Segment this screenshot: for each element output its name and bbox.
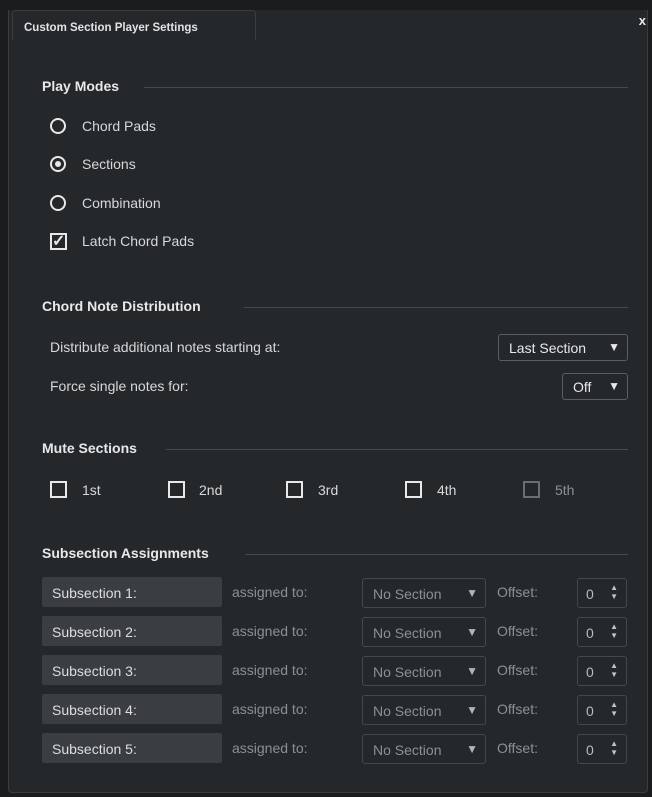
radio-sections[interactable] <box>50 156 66 172</box>
subsection-2-button[interactable]: Subsection 2: <box>42 616 222 646</box>
radio-label-combination: Combination <box>82 195 161 211</box>
chevron-down-icon: ▼ <box>466 742 478 756</box>
force-single-notes-dropdown[interactable]: Off ▼ <box>562 373 628 400</box>
assigned-to-label: assigned to: <box>232 623 308 639</box>
assigned-to-label: assigned to: <box>232 662 308 678</box>
subsection-3-section-dropdown[interactable]: No Section ▼ <box>362 656 486 686</box>
subsection-5-offset-stepper[interactable]: 0 ▲ ▼ <box>577 734 627 764</box>
radio-chord-pads[interactable] <box>50 118 66 134</box>
subsection-5-section-dropdown[interactable]: No Section ▼ <box>362 734 486 764</box>
chord-note-distribution-heading: Chord Note Distribution <box>42 298 201 314</box>
mute-2nd-checkbox[interactable] <box>168 481 185 498</box>
subsection-4-offset-stepper[interactable]: 0 ▲ ▼ <box>577 695 627 725</box>
subsection-4-button[interactable]: Subsection 4: <box>42 694 222 724</box>
subsection-2-section-dropdown[interactable]: No Section ▼ <box>362 617 486 647</box>
mute-3rd-checkbox[interactable] <box>286 481 303 498</box>
close-icon[interactable]: x <box>639 13 646 28</box>
chevron-down-icon: ▼ <box>466 586 478 600</box>
checkmark-icon: ✓ <box>52 233 66 250</box>
force-single-notes-label: Force single notes for: <box>50 378 189 394</box>
offset-label: Offset: <box>497 623 538 639</box>
mute-4th-checkbox[interactable] <box>405 481 422 498</box>
subsection-assignments-heading: Subsection Assignments <box>42 545 209 561</box>
dropdown-value: No Section <box>373 625 442 641</box>
latch-chord-pads-checkbox[interactable]: ✓ <box>50 233 67 250</box>
subsection-1-button[interactable]: Subsection 1: <box>42 577 222 607</box>
divider <box>245 554 628 555</box>
assigned-to-label: assigned to: <box>232 701 308 717</box>
assigned-to-label: assigned to: <box>232 740 308 756</box>
radio-label-chord-pads: Chord Pads <box>82 118 156 134</box>
play-modes-heading: Play Modes <box>42 78 120 94</box>
offset-label: Offset: <box>497 584 538 600</box>
subsection-3-button[interactable]: Subsection 3: <box>42 655 222 685</box>
mute-sections-heading: Mute Sections <box>42 440 137 456</box>
offset-value: 0 <box>586 586 594 602</box>
subsection-4-section-dropdown[interactable]: No Section ▼ <box>362 695 486 725</box>
chevron-down-icon: ▼ <box>608 340 620 354</box>
latch-chord-pads-label: Latch Chord Pads <box>82 233 195 249</box>
dropdown-value: Off <box>573 379 592 395</box>
mute-1st-label: 1st <box>82 482 101 498</box>
radio-label-sections: Sections <box>82 156 136 172</box>
offset-value: 0 <box>586 664 594 680</box>
assigned-to-label: assigned to: <box>232 584 308 600</box>
dropdown-value: Last Section <box>509 340 587 356</box>
mute-4th-label: 4th <box>437 482 457 498</box>
stepper-arrows-icon[interactable]: ▲ ▼ <box>610 661 618 679</box>
offset-value: 0 <box>586 742 594 758</box>
dropdown-value: No Section <box>373 586 442 602</box>
chevron-down-icon: ▼ <box>466 664 478 678</box>
dropdown-value: No Section <box>373 664 442 680</box>
offset-value: 0 <box>586 625 594 641</box>
divider <box>166 449 628 450</box>
offset-label: Offset: <box>497 740 538 756</box>
divider <box>244 307 628 308</box>
subsection-2-offset-stepper[interactable]: 0 ▲ ▼ <box>577 617 627 647</box>
stepper-arrows-icon[interactable]: ▲ ▼ <box>610 739 618 757</box>
distribute-start-dropdown[interactable]: Last Section ▼ <box>498 334 628 361</box>
offset-label: Offset: <box>497 662 538 678</box>
subsection-1-offset-stepper[interactable]: 0 ▲ ▼ <box>577 578 627 608</box>
subsection-3-offset-stepper[interactable]: 0 ▲ ▼ <box>577 656 627 686</box>
stepper-arrows-icon[interactable]: ▲ ▼ <box>610 622 618 640</box>
tab-custom-section-player-settings[interactable]: Custom Section Player Settings <box>12 10 256 40</box>
dropdown-value: No Section <box>373 742 442 758</box>
stepper-arrows-icon[interactable]: ▲ ▼ <box>610 700 618 718</box>
mute-1st-checkbox[interactable] <box>50 481 67 498</box>
radio-combination[interactable] <box>50 195 66 211</box>
mute-3rd-label: 3rd <box>318 482 339 498</box>
distribute-label: Distribute additional notes starting at: <box>50 339 281 355</box>
mute-5th-label: 5th <box>555 482 575 498</box>
offset-value: 0 <box>586 703 594 719</box>
chevron-down-icon: ▼ <box>466 703 478 717</box>
chevron-down-icon: ▼ <box>608 379 620 393</box>
offset-label: Offset: <box>497 701 538 717</box>
stepper-arrows-icon[interactable]: ▲ ▼ <box>610 583 618 601</box>
mute-2nd-label: 2nd <box>199 482 223 498</box>
subsection-1-section-dropdown[interactable]: No Section ▼ <box>362 578 486 608</box>
mute-5th-checkbox[interactable] <box>523 481 540 498</box>
divider <box>144 87 628 88</box>
dropdown-value: No Section <box>373 703 442 719</box>
subsection-5-button[interactable]: Subsection 5: <box>42 733 222 763</box>
chevron-down-icon: ▼ <box>466 625 478 639</box>
